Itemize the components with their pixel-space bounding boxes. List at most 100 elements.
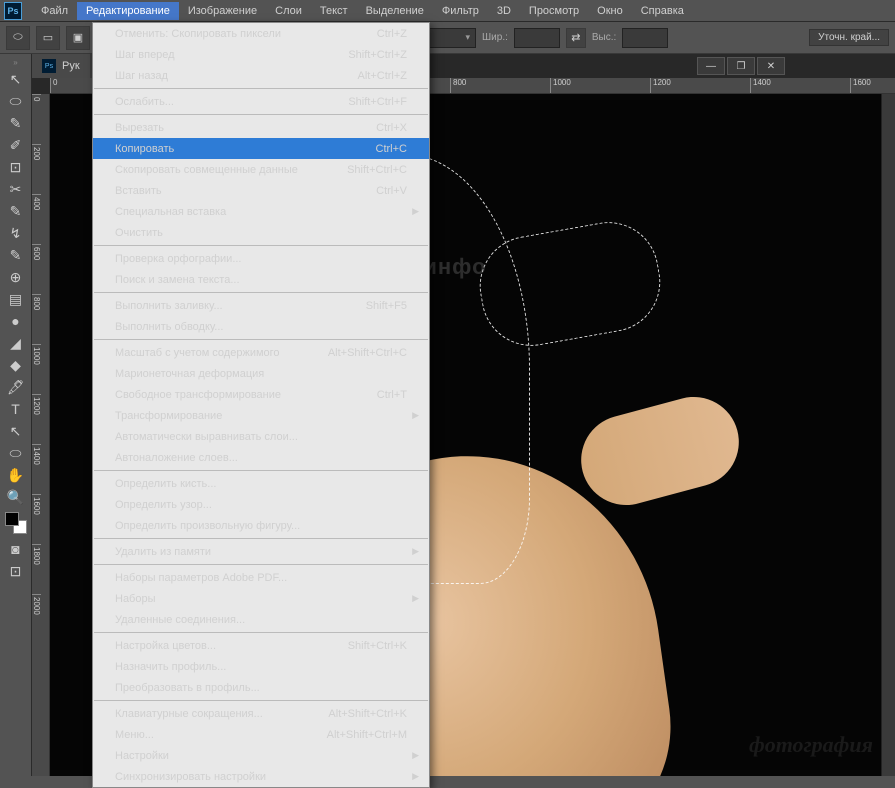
menu-item[interactable]: ВырезатьCtrl+X	[93, 117, 429, 138]
menu-редактирование[interactable]: Редактирование	[77, 2, 179, 20]
close-button[interactable]: ✕	[757, 57, 785, 75]
menu-item[interactable]: Удаленные соединения...	[93, 609, 429, 630]
tool-brush[interactable]: ✎	[2, 200, 30, 222]
menu-item-label: Поиск и замена текста...	[115, 274, 240, 286]
menu-item[interactable]: Наборы▶	[93, 588, 429, 609]
menu-item-label: Преобразовать в профиль...	[115, 682, 260, 694]
ruler-tick: 1200	[32, 394, 41, 444]
tool-preset-icon[interactable]: ⬭	[6, 26, 30, 50]
tool-gradient[interactable]: ▤	[2, 288, 30, 310]
tool-dodge[interactable]: ●	[2, 310, 30, 332]
selection-add-icon[interactable]: ▣	[66, 26, 90, 50]
ruler-tick: 1600	[850, 78, 895, 93]
menu-текст[interactable]: Текст	[311, 2, 357, 20]
tool-pen[interactable]: ◆	[2, 354, 30, 376]
document-tab[interactable]: Ps Рук	[32, 54, 90, 78]
menu-item-label: Определить узор...	[115, 499, 212, 511]
menu-3d[interactable]: 3D	[488, 2, 520, 20]
height-label: Выс.:	[592, 32, 616, 43]
maximize-button[interactable]: ❐	[727, 57, 755, 75]
menu-item[interactable]: Отменить: Скопировать пикселиCtrl+Z	[93, 23, 429, 44]
ruler-tick: 0	[32, 94, 41, 144]
menu-item-label: Синхронизировать настройки	[115, 771, 266, 783]
menu-item-label: Копировать	[115, 143, 174, 155]
scrollbar-vertical[interactable]	[881, 94, 895, 776]
menu-слои[interactable]: Слои	[266, 2, 311, 20]
menu-item[interactable]: Очистить	[93, 222, 429, 243]
menu-окно[interactable]: Окно	[588, 2, 632, 20]
tool-pencil[interactable]: ✎	[2, 244, 30, 266]
menu-item[interactable]: Клавиатурные сокращения...Alt+Shift+Ctrl…	[93, 703, 429, 724]
height-input[interactable]	[622, 28, 668, 48]
menu-item[interactable]: Масштаб с учетом содержимогоAlt+Shift+Ct…	[93, 342, 429, 363]
menu-separator	[94, 538, 428, 539]
menu-item-label: Специальная вставка	[115, 206, 226, 218]
menu-item[interactable]: Преобразовать в профиль...	[93, 677, 429, 698]
menu-item-label: Свободное трансформирование	[115, 389, 281, 401]
menu-item[interactable]: Свободное трансформированиеCtrl+T	[93, 384, 429, 405]
menu-item-label: Определить кисть...	[115, 478, 216, 490]
menu-item-shortcut: Ctrl+X	[376, 122, 407, 134]
tool-type[interactable]: 🖋	[2, 376, 30, 398]
tool-stamp[interactable]: ⊕	[2, 266, 30, 288]
menu-item[interactable]: Специальная вставка▶	[93, 201, 429, 222]
refine-edge-button[interactable]: Уточн. край...	[809, 29, 889, 46]
menu-item[interactable]: Синхронизировать настройки ▶	[93, 766, 429, 787]
tool-zoom[interactable]: ✋	[2, 464, 30, 486]
menu-item[interactable]: Выполнить заливку...Shift+F5	[93, 295, 429, 316]
ruler-tick: 1400	[32, 444, 41, 494]
width-input[interactable]	[514, 28, 560, 48]
menu-item[interactable]: ВставитьCtrl+V	[93, 180, 429, 201]
tool-marquee[interactable]: ⬭	[2, 90, 30, 112]
selection-new-icon[interactable]: ▭	[36, 26, 60, 50]
submenu-arrow-icon: ▶	[412, 771, 419, 782]
tool-slice[interactable]: ✂	[2, 178, 30, 200]
tool-crop[interactable]: ⊡	[2, 156, 30, 178]
menu-item-label: Клавиатурные сокращения...	[115, 708, 263, 720]
menu-item[interactable]: Настройка цветов...Shift+Ctrl+K	[93, 635, 429, 656]
ruler-vertical[interactable]: 0200400600800100012001400160018002000	[32, 94, 50, 776]
quickmask-icon[interactable]: ◙	[2, 538, 30, 560]
menu-separator	[94, 339, 428, 340]
tool-move[interactable]: ↖	[2, 68, 30, 90]
menu-просмотр[interactable]: Просмотр	[520, 2, 588, 20]
tool-magic-wand[interactable]: ✐	[2, 134, 30, 156]
tool-path[interactable]: T	[2, 398, 30, 420]
screenmode-icon[interactable]: ⊡	[2, 560, 30, 582]
ruler-tick: 1800	[32, 544, 41, 594]
tool-notes[interactable]: 🔍	[2, 486, 30, 508]
ruler-tick: 200	[32, 144, 41, 194]
menu-выделение[interactable]: Выделение	[357, 2, 433, 20]
menu-item[interactable]: Настройки▶	[93, 745, 429, 766]
submenu-arrow-icon: ▶	[412, 593, 419, 604]
menu-item[interactable]: Шаг назадAlt+Ctrl+Z	[93, 65, 429, 86]
menu-item-label: Вставить	[115, 185, 162, 197]
tab-title: Рук	[62, 60, 80, 72]
ruler-tick: 1400	[750, 78, 850, 93]
foreground-color-swatch[interactable]	[5, 512, 19, 526]
tool-lasso[interactable]: ✎	[2, 112, 30, 134]
menu-фильтр[interactable]: Фильтр	[433, 2, 488, 20]
menu-item[interactable]: Определить кисть...	[93, 473, 429, 494]
menu-item[interactable]: Копировать Ctrl+C	[93, 138, 429, 159]
menu-item[interactable]: Меню...Alt+Shift+Ctrl+M	[93, 724, 429, 745]
menu-справка[interactable]: Справка	[632, 2, 693, 20]
menu-item-shortcut: Shift+Ctrl+C	[347, 164, 407, 176]
toolbox-expand-icon[interactable]: »	[0, 58, 31, 68]
tool-blur[interactable]: ◢	[2, 332, 30, 354]
menu-item[interactable]: Трансформирование▶	[93, 405, 429, 426]
tool-hand[interactable]: ⬭	[2, 442, 30, 464]
menu-item-shortcut: Ctrl+C	[376, 143, 407, 155]
menu-изображение[interactable]: Изображение	[179, 2, 266, 20]
minimize-button[interactable]: —	[697, 57, 725, 75]
menu-separator	[94, 114, 428, 115]
swap-icon[interactable]: ⇄	[566, 28, 586, 48]
tool-shape[interactable]: ↖	[2, 420, 30, 442]
menu-item[interactable]: Назначить профиль...	[93, 656, 429, 677]
tool-healing[interactable]: ↯	[2, 222, 30, 244]
menu-item[interactable]: Выполнить обводку...	[93, 316, 429, 337]
menu-файл[interactable]: Файл	[32, 2, 77, 20]
color-swatches[interactable]	[5, 512, 27, 534]
menu-item[interactable]: Удалить из памяти▶	[93, 541, 429, 562]
menu-item[interactable]: Наборы параметров Adobe PDF...	[93, 567, 429, 588]
